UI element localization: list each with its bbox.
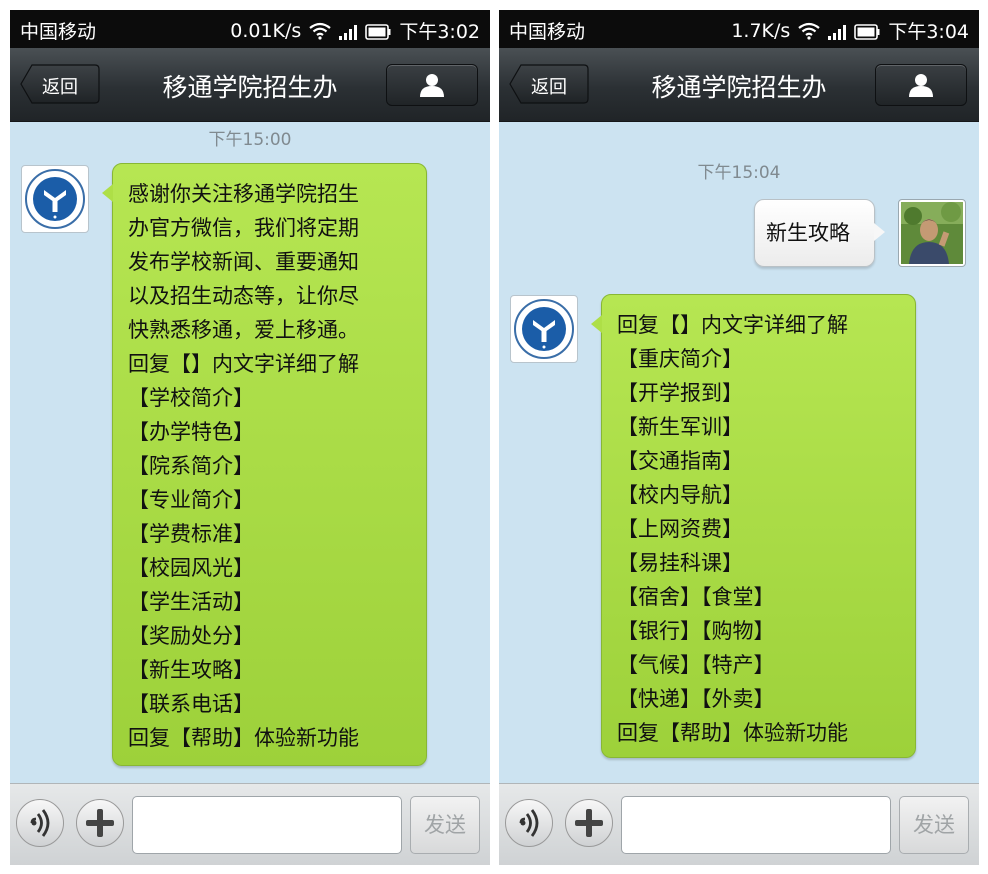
message-line: 【新生攻略】 bbox=[128, 658, 254, 682]
message-input[interactable] bbox=[621, 796, 891, 854]
message-line: 感谢你关注移通学院招生 bbox=[128, 182, 359, 206]
wifi-icon bbox=[309, 22, 332, 40]
message-timestamp: 下午15:00 bbox=[208, 130, 292, 150]
profile-button[interactable] bbox=[386, 64, 478, 106]
received-message-bubble: 感谢你关注移通学院招生 办官方微信，我们将定期 发布学校新闻、重要通知 以及招生… bbox=[102, 163, 427, 766]
bubble-tail bbox=[591, 315, 602, 333]
clock: 下午3:04 bbox=[888, 21, 969, 43]
plus-button[interactable] bbox=[565, 799, 613, 847]
message-input[interactable] bbox=[132, 796, 402, 854]
battery-icon bbox=[854, 23, 880, 40]
voice-button[interactable] bbox=[16, 799, 64, 847]
message-line: 【上网资费】 bbox=[617, 517, 743, 541]
send-button[interactable]: 发送 bbox=[410, 796, 480, 854]
school-logo-icon bbox=[514, 299, 574, 359]
school-logo-icon bbox=[25, 169, 85, 229]
carrier-label: 中国移动 bbox=[509, 21, 586, 43]
person-icon bbox=[909, 74, 933, 97]
send-button[interactable]: 发送 bbox=[899, 796, 969, 854]
back-button[interactable]: 返回 bbox=[20, 64, 100, 104]
nav-bar: 返回 移通学院招生办 bbox=[499, 48, 979, 122]
message-line: 【交通指南】 bbox=[617, 449, 743, 473]
school-logo-avatar[interactable] bbox=[510, 295, 578, 363]
message-line: 回复【】内文字详细了解 bbox=[617, 313, 848, 337]
message-line: 回复【】内文字详细了解 bbox=[128, 352, 359, 376]
voice-icon bbox=[519, 809, 539, 837]
message-line: 回复【帮助】体验新功能 bbox=[617, 721, 848, 745]
message-timestamp: 下午15:04 bbox=[697, 163, 781, 183]
sent-message-bubble: 新生攻略 bbox=[754, 199, 885, 267]
message-line: 【办学特色】 bbox=[128, 420, 254, 444]
user-avatar[interactable] bbox=[898, 199, 966, 267]
message-line: 快熟悉移通，爱上移通。 bbox=[128, 318, 359, 342]
network-speed: 0.01K/s bbox=[230, 19, 302, 42]
message-line: 【易挂科课】 bbox=[617, 551, 743, 575]
back-button[interactable]: 返回 bbox=[509, 64, 589, 104]
message-line: 回复【帮助】体验新功能 bbox=[128, 726, 359, 750]
message-line: 发布学校新闻、重要通知 bbox=[128, 250, 359, 274]
status-bar: 中国移动 1.7K/s 下午3:04 bbox=[499, 10, 979, 48]
signal-icon bbox=[339, 23, 358, 40]
user-avatar-photo bbox=[901, 202, 963, 264]
message-line: 【学校简介】 bbox=[128, 386, 254, 410]
chat-screen-left: 中国移动 0.01K/s 下午3:02 返回 移通学院招生办 下午15:00 感… bbox=[10, 10, 490, 865]
battery-icon bbox=[365, 23, 391, 40]
input-bar: 发送 bbox=[499, 783, 979, 865]
back-label: 返回 bbox=[42, 77, 78, 98]
message-line: 【专业简介】 bbox=[128, 488, 254, 512]
message-line: 【奖励处分】 bbox=[128, 624, 254, 648]
person-icon bbox=[420, 74, 444, 97]
message-line: 【重庆简介】 bbox=[617, 347, 743, 371]
profile-button[interactable] bbox=[875, 64, 967, 106]
plus-icon bbox=[575, 809, 603, 837]
message-line: 以及招生动态等，让你尽 bbox=[128, 284, 359, 308]
status-indicators: 0.01K/s 下午3:02 bbox=[230, 17, 480, 44]
clock: 下午3:02 bbox=[399, 21, 480, 43]
message-line: 【银行】【购物】 bbox=[617, 619, 775, 643]
message-line: 【院系简介】 bbox=[128, 454, 254, 478]
carrier-label: 中国移动 bbox=[20, 21, 97, 43]
message-line: 【学生活动】 bbox=[128, 590, 254, 614]
wifi-icon bbox=[798, 22, 821, 40]
network-speed: 1.7K/s bbox=[731, 19, 791, 42]
message-line: 【校园风光】 bbox=[128, 556, 254, 580]
message-line: 【校内导航】 bbox=[617, 483, 743, 507]
school-logo-avatar[interactable] bbox=[21, 165, 89, 233]
voice-button[interactable] bbox=[505, 799, 553, 847]
voice-icon bbox=[30, 809, 50, 837]
message-line: 【宿舍】【食堂】 bbox=[617, 585, 775, 609]
sent-message-text: 新生攻略 bbox=[766, 221, 850, 245]
plus-icon bbox=[86, 809, 114, 837]
message-line: 【快递】【外卖】 bbox=[617, 687, 775, 711]
status-indicators: 1.7K/s 下午3:04 bbox=[731, 17, 969, 44]
message-line: 【学费标准】 bbox=[128, 522, 254, 546]
bubble-tail bbox=[874, 223, 885, 241]
input-bar: 发送 bbox=[10, 783, 490, 865]
chat-title: 移通学院招生办 bbox=[651, 73, 827, 102]
received-message-bubble: 回复【】内文字详细了解 【重庆简介】 【开学报到】 【新生军训】 【交通指南】 … bbox=[591, 294, 916, 758]
message-line: 办官方微信，我们将定期 bbox=[128, 216, 359, 240]
message-line: 【气候】【特产】 bbox=[617, 653, 775, 677]
back-label: 返回 bbox=[531, 77, 567, 98]
signal-icon bbox=[828, 23, 847, 40]
message-line: 【开学报到】 bbox=[617, 381, 743, 405]
status-bar: 中国移动 0.01K/s 下午3:02 bbox=[10, 10, 490, 48]
message-line: 【联系电话】 bbox=[128, 692, 254, 716]
message-line: 【新生军训】 bbox=[617, 415, 743, 439]
bubble-tail bbox=[102, 184, 113, 202]
chat-screen-right: 中国移动 1.7K/s 下午3:04 返回 移通学院招生办 下午15:04 新生… bbox=[499, 10, 979, 865]
plus-button[interactable] bbox=[76, 799, 124, 847]
chat-title: 移通学院招生办 bbox=[162, 73, 338, 102]
nav-bar: 返回 移通学院招生办 bbox=[10, 48, 490, 122]
